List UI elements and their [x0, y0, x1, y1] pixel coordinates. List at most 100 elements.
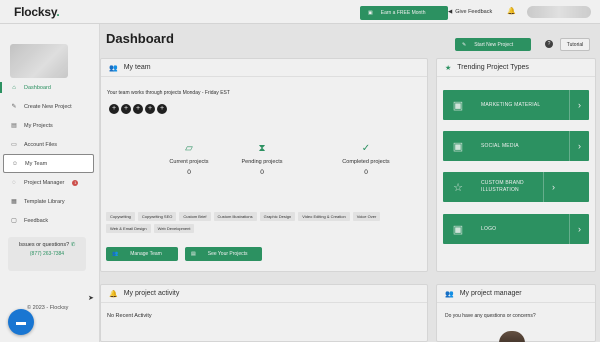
template-icon: ▦ — [11, 199, 17, 205]
give-feedback-link[interactable]: ◀ Give Feedback — [448, 9, 492, 15]
sidebar-item-feedback[interactable]: ▢ Feedback — [6, 211, 96, 230]
team-member-avatar[interactable]: + — [121, 104, 131, 114]
trend-item-logo[interactable]: ▣ LOGO › — [443, 214, 589, 244]
team-icon: 👥 — [445, 290, 454, 298]
bell-icon: 🔔 — [109, 290, 118, 298]
team-icon: 👥 — [112, 251, 119, 257]
trending-title: Trending Project Types — [457, 64, 529, 71]
support-phone-link[interactable]: (877) 263-7384 — [8, 251, 86, 257]
issues-question-text: Issues or questions? — [18, 242, 70, 248]
start-new-project-label: Start New Project — [474, 41, 514, 48]
skill-tag: Video Editing & Creation — [298, 212, 350, 221]
sidebar-item-label: Project Manager — [24, 179, 65, 186]
flocksy-logo[interactable]: Flocksy. — [14, 5, 60, 19]
bell-icon[interactable]: 🔔 — [507, 7, 516, 15]
user-menu-blurred[interactable] — [527, 6, 591, 18]
sidebar-item-my-projects[interactable]: ▤ My Projects — [6, 116, 96, 135]
trend-item-custom-brand-illustration[interactable]: ☆ CUSTOM BRAND ILLUSTRATION › — [443, 172, 589, 202]
feedback-icon: ▢ — [11, 218, 17, 224]
project-manager-card: 👥 My project manager Do you have any que… — [436, 284, 596, 342]
skill-tag: Custom Brief — [179, 212, 211, 221]
star-outline-icon: ☆ — [453, 181, 463, 194]
clipboard-icon: ▤ — [191, 251, 196, 257]
sidebar-item-label: My Team — [25, 160, 48, 167]
team-member-avatars: + + + + + — [109, 104, 167, 114]
edit-icon: ✎ — [11, 104, 17, 110]
chevron-right-icon: › — [569, 131, 589, 161]
tutorial-button[interactable]: Tutorial — [560, 38, 590, 51]
pm-header: 👥 My project manager — [437, 285, 595, 303]
give-feedback-label: Give Feedback — [455, 9, 493, 15]
my-team-title: My team — [123, 64, 151, 71]
skill-tag: Voice Over — [352, 212, 381, 221]
user-icon: ☺ — [11, 160, 19, 167]
sidebar-item-template-library[interactable]: ▦ Template Library — [6, 192, 96, 211]
issues-question: Issues or questions? ✆ — [8, 242, 86, 248]
manage-team-label: Manage Team — [130, 251, 162, 257]
team-member-avatar[interactable]: + — [157, 104, 167, 114]
home-icon: ⌂ — [12, 84, 16, 91]
trend-label: SOCIAL MEDIA — [481, 142, 519, 149]
team-member-avatar[interactable]: + — [145, 104, 155, 114]
team-skill-tags: Copywriting Copywriting SEO Custom Brief… — [106, 212, 406, 233]
avatar — [10, 44, 68, 78]
activity-title: My project activity — [123, 290, 180, 297]
star-icon: ★ — [445, 64, 452, 72]
logo-text: Flocksy — [14, 5, 57, 19]
stat-label: Pending projects — [241, 159, 283, 165]
see-your-projects-label: See Your Projects — [207, 251, 248, 257]
skill-tag: Web & Email Design — [106, 224, 151, 233]
project-activity-card: 🔔 My project activity No Recent Activity — [100, 284, 428, 342]
logo-dot: . — [56, 5, 60, 19]
trend-item-social-media[interactable]: ▣ SOCIAL MEDIA › — [443, 131, 589, 161]
team-schedule-text: Your team works through projects Monday … — [107, 90, 230, 96]
sidebar-item-label: Template Library — [24, 198, 65, 205]
top-bar: Flocksy. ▣ Earn a FREE Month ◀ Give Feed… — [0, 0, 600, 24]
support-box: Issues or questions? ✆ (877) 263-7384 — [8, 237, 86, 271]
skill-tag: Copywriting — [106, 212, 135, 221]
skill-tag: Custom Illustrations — [213, 212, 257, 221]
chevron-right-icon: › — [569, 214, 589, 244]
earn-free-month-label: Earn a FREE Month — [380, 10, 426, 16]
project-manager-photo — [499, 331, 525, 342]
copyright-text: © 2023 - Flocksy — [27, 305, 69, 311]
folder-icon: ▭ — [11, 142, 17, 148]
sidebar: ⌂ Dashboard ✎ Create New Project ▤ My Pr… — [0, 24, 100, 342]
help-icon[interactable]: ? — [545, 40, 553, 48]
check-circle-icon: ✓ — [361, 143, 371, 154]
phone-icon: ✆ — [70, 242, 76, 248]
sidebar-item-account-files[interactable]: ▭ Account Files — [6, 135, 96, 154]
sidebar-item-dashboard[interactable]: ⌂ Dashboard — [0, 78, 96, 97]
team-member-avatar[interactable]: + — [133, 104, 143, 114]
megaphone-icon: ◀ — [448, 9, 453, 15]
chat-icon: ◌ — [12, 179, 16, 186]
team-member-avatar[interactable]: + — [109, 104, 119, 114]
sidebar-item-label: Feedback — [24, 217, 49, 224]
image-icon: ▣ — [452, 140, 464, 153]
stat-label: Completed projects — [342, 159, 390, 165]
earn-free-month-button[interactable]: ▣ Earn a FREE Month — [360, 6, 448, 20]
sidebar-item-label: My Projects — [24, 122, 53, 129]
sidebar-item-label: Dashboard — [24, 84, 51, 91]
see-your-projects-button[interactable]: ▤ See Your Projects — [185, 247, 262, 261]
trending-header: ★ Trending Project Types — [437, 59, 595, 77]
hourglass-icon: ⧗ — [258, 143, 266, 154]
trend-label: CUSTOM BRAND ILLUSTRATION — [481, 180, 524, 193]
team-icon: 👥 — [109, 64, 118, 72]
trend-item-marketing-material[interactable]: ▣ MARKETING MATERIAL › — [443, 90, 589, 120]
chat-button[interactable]: ▬ — [8, 309, 34, 335]
my-team-card: 👥 My team Your team works through projec… — [100, 58, 428, 272]
sidebar-item-create-new-project[interactable]: ✎ Create New Project — [6, 97, 96, 116]
stat-pending-projects: ⧗ Pending projects 0 — [212, 143, 312, 176]
edit-icon: ✎ — [462, 41, 467, 48]
start-new-project-button[interactable]: ✎ Start New Project — [455, 38, 531, 51]
sidebar-nav: ⌂ Dashboard ✎ Create New Project ▤ My Pr… — [0, 78, 96, 230]
skill-tag: Copywriting SEO — [137, 212, 177, 221]
skill-tag: Graphic Design — [259, 212, 296, 221]
notification-badge: 1 — [72, 179, 79, 186]
image-icon: ▣ — [452, 99, 464, 112]
trend-label: LOGO — [481, 225, 497, 232]
manage-team-button[interactable]: 👥 Manage Team — [106, 247, 178, 261]
sidebar-item-project-manager[interactable]: ◌ Project Manager 1 — [6, 173, 96, 192]
sidebar-item-my-team[interactable]: ☺ My Team — [3, 154, 94, 173]
